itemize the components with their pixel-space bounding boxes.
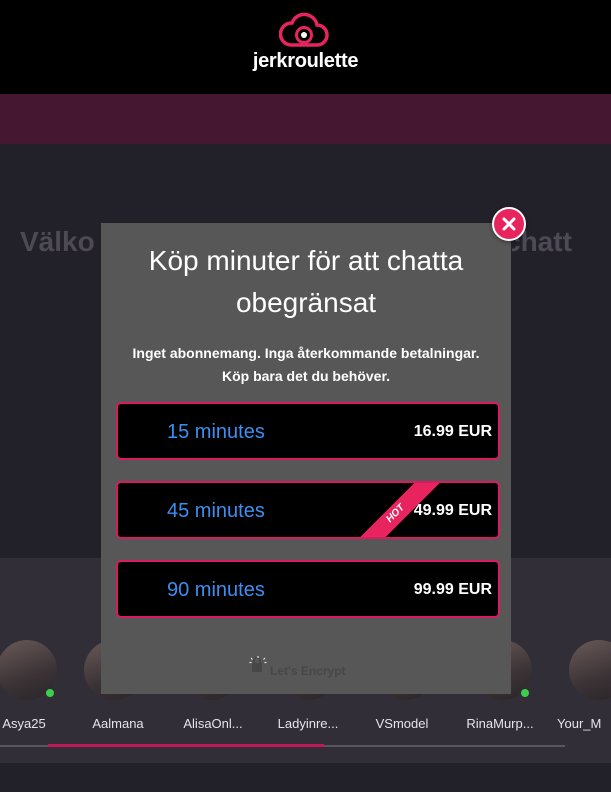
- logo-text[interactable]: jerkroulette: [0, 50, 611, 73]
- modal-subtitle: Inget abonnemang. Inga återkommande beta…: [101, 342, 511, 388]
- model-name[interactable]: Your_M: [557, 716, 611, 731]
- model-avatar[interactable]: [0, 640, 57, 700]
- model-name[interactable]: Asya25: [0, 716, 69, 731]
- close-icon: [502, 217, 516, 231]
- plan-duration: 90 minutes: [167, 579, 265, 601]
- close-button[interactable]: [492, 207, 526, 241]
- plan-duration: 45 minutes: [167, 500, 265, 522]
- secure-label: Let's Encrypt: [270, 664, 346, 678]
- modal-subtitle-line1: Inget abonnemang. Inga återkommande beta…: [132, 345, 480, 361]
- model-name[interactable]: AlisaOnl...: [168, 716, 258, 731]
- modal-subtitle-line2: Köp bara det du behöver.: [221, 368, 391, 384]
- plan-price: 16.99 EUR: [413, 423, 492, 440]
- carousel-scrollbar-thumb[interactable]: [48, 744, 324, 747]
- promo-banner: [0, 94, 611, 144]
- modal-title-wrap: Köp minuter för att chatta obegränsat: [0, 240, 611, 324]
- online-indicator: [45, 688, 55, 698]
- plan-option-45[interactable]: 45 minutes HOT 49.99 EUR: [116, 481, 500, 539]
- webcam-cloud-icon[interactable]: [279, 11, 329, 51]
- plan-option-90[interactable]: 90 minutes 99.99 EUR: [116, 560, 500, 618]
- lets-encrypt-icon: [249, 656, 267, 672]
- model-name[interactable]: RinaMurp...: [455, 716, 545, 731]
- model-name[interactable]: VSmodel: [357, 716, 447, 731]
- model-name[interactable]: Aalmana: [73, 716, 163, 731]
- plan-price: 99.99 EUR: [413, 581, 492, 598]
- plan-duration: 15 minutes: [167, 421, 265, 443]
- plan-price: 49.99 EUR: [413, 502, 492, 519]
- plan-option-15[interactable]: 15 minutes 16.99 EUR: [116, 402, 500, 460]
- model-name[interactable]: Ladyinre...: [263, 716, 353, 731]
- online-indicator: [520, 688, 530, 698]
- modal-title: Köp minuter för att chatta obegränsat: [148, 245, 464, 318]
